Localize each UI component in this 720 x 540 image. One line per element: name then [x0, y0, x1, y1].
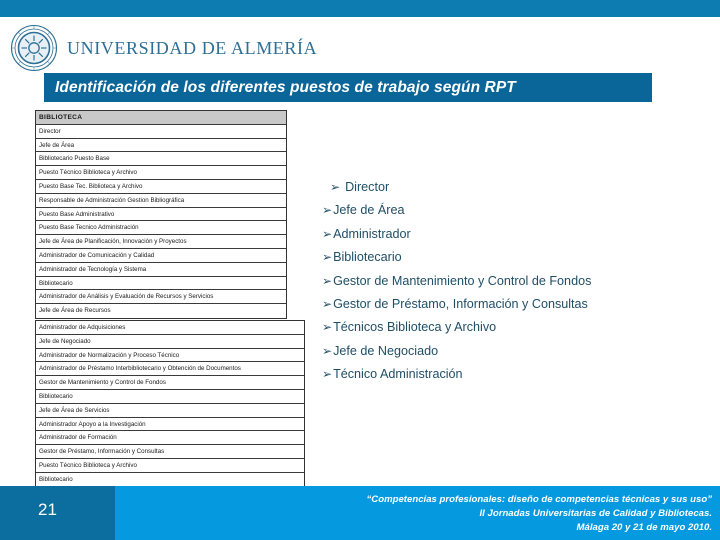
rpt-table-body-2: Administrador de Adquisiciones Jefe de Ne… [36, 321, 304, 487]
bullet-arrow-icon: ➢ [322, 343, 333, 358]
bullet-arrow-icon: ➢ [322, 273, 333, 288]
footer-citation: “Competencias profesionales: diseño de c… [367, 493, 713, 535]
slide-footer: 21 “Competencias profesionales: diseño d… [0, 486, 720, 540]
table-row: Bibliotecario [36, 390, 304, 404]
list-item-label: Técnico Administración [333, 367, 463, 382]
table-row: Puesto Técnico Biblioteca y Archivo [36, 459, 304, 473]
footer-line-3: Málaga 20 y 21 de mayo 2010. [576, 522, 712, 533]
rpt-table-block-2: Administrador de Adquisiciones Jefe de Ne… [35, 320, 305, 488]
list-item: ➢ Gestor de Mantenimiento y Control de Fo… [322, 274, 692, 288]
table-row: Gestor de Préstamo, Información y Consul… [36, 445, 304, 459]
table-row: Puesto Base Tec. Biblioteca y Archivo [36, 180, 286, 194]
table-row: Jefe de Área [36, 139, 286, 153]
list-item-label: Gestor de Mantenimiento y Control de Fon… [333, 273, 592, 288]
table-row: Administrador de Tecnología y Sistema [36, 263, 286, 277]
bullet-arrow-icon: ➢ [322, 320, 333, 335]
list-item: ➢ Administrador [322, 227, 692, 241]
footer-line-1: “Competencias profesionales: diseño de c… [366, 494, 713, 505]
bullet-arrow-icon: ➢ [322, 226, 333, 241]
university-logo: UNIVERSIDAD DE ALMERÍA [10, 24, 317, 72]
footer-line-2: II Jornadas Universitarias de Calidad y … [479, 508, 712, 519]
footer-left-panel [0, 486, 115, 540]
table-row: Administrador de Formación [36, 431, 304, 446]
list-item-label: Técnicos Biblioteca y Archivo [333, 320, 497, 335]
top-decorative-bar [0, 0, 720, 17]
table-row: Jefe de Área de Servicios [36, 404, 304, 418]
list-item-label: Jefe de Área [333, 203, 405, 218]
bullet-arrow-icon: ➢ [322, 250, 333, 265]
table-row: Gestor de Mantenimiento y Control de Fon… [36, 376, 304, 390]
bullet-arrow-icon: ➢ [322, 367, 333, 382]
table-row: Director [36, 125, 286, 139]
list-item: ➢ Director [330, 180, 692, 194]
table-row: Puesto Base Administrativo [36, 208, 286, 222]
list-item-label: Gestor de Préstamo, Información y Consul… [333, 296, 588, 311]
table-row: Responsable de Administración Gestion Bi… [36, 194, 286, 208]
rpt-table-block-1: BIBLIOTECA Director Jefe de Área Bibliotec… [35, 110, 287, 319]
table-row: Puesto Técnico Biblioteca y Archivo [36, 166, 286, 180]
university-name: UNIVERSIDAD DE ALMERÍA [67, 37, 318, 58]
table-row: Bibliotecario [39, 475, 73, 483]
table-row: Jefe de Negociado [36, 335, 304, 349]
list-item: ➢ Jefe de Negociado [322, 344, 692, 358]
table-row: Administrador de Normalización y Proceso… [36, 349, 304, 363]
bullet-arrow-icon: ➢ [322, 296, 333, 311]
rpt-table-body-1: Director Jefe de Área Bibliotecario Puesto… [36, 125, 286, 318]
table-row: Administrador Apoyo a la Investigación [36, 418, 304, 432]
list-item: ➢ Bibliotecario [322, 250, 692, 264]
list-item: ➢ Técnico Administración [322, 367, 692, 381]
rpt-table-header: BIBLIOTECA [36, 111, 286, 125]
list-item-label: Bibliotecario [333, 250, 402, 265]
list-item: ➢ Jefe de Área [322, 203, 692, 217]
table-row: Puesto Base Tecnico Administración [36, 221, 286, 236]
page-title: Identificación de los diferentes puestos… [55, 78, 516, 96]
table-row: Bibliotecario Puesto Base [36, 152, 286, 167]
slide-title-banner: Identificación de los diferentes puestos… [44, 73, 652, 102]
table-row: Bibliotecario [36, 277, 286, 291]
bullet-arrow-icon: ➢ [330, 180, 341, 194]
slide-number: 21 [38, 500, 57, 519]
list-item-label: Jefe de Negociado [333, 343, 439, 358]
list-item-label: Director [345, 180, 390, 194]
table-row: Administrador de Comunicación y Calidad [36, 249, 286, 263]
university-seal-icon [10, 24, 58, 72]
table-row: Jefe de Área de Recursos [39, 307, 111, 315]
job-position-bullet-list: ➢ Director ➢ Jefe de Área ➢ Administrador ➢ Bib… [322, 180, 692, 391]
list-item-label: Administrador [333, 226, 411, 241]
table-row: Administrador de Préstamo Interbibliotec… [36, 362, 304, 377]
table-row: Jefe de Área de Planificación, Innovació… [36, 235, 286, 249]
table-row: Administrador de Análisis y Evaluación d… [36, 290, 286, 305]
slide-canvas: UNIVERSIDAD DE ALMERÍA Identificación de… [0, 0, 720, 540]
bullet-arrow-icon: ➢ [322, 203, 333, 218]
list-item: ➢ Técnicos Biblioteca y Archivo [322, 320, 692, 334]
list-item: ➢ Gestor de Préstamo, Información y Consu… [322, 297, 692, 311]
table-row: Administrador de Adquisiciones [36, 321, 304, 335]
